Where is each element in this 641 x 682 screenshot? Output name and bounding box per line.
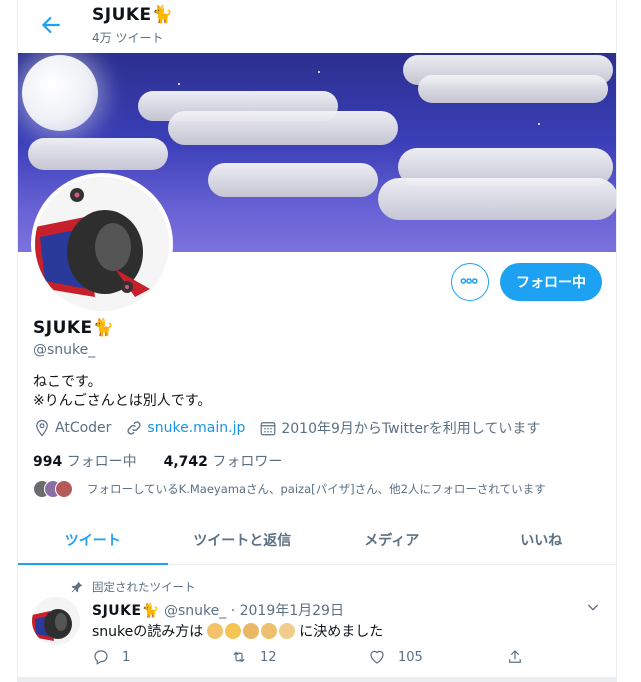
tweet-text-after: に決めました [299, 624, 384, 640]
reply-count: 1 [122, 649, 131, 665]
tweet-author-avatar[interactable] [32, 597, 80, 645]
profile-website-link[interactable]: snuke.main.jp [147, 420, 245, 436]
star [178, 83, 180, 85]
tab-tweets[interactable]: ツイート [18, 515, 168, 565]
tweet-date[interactable]: 2019年1月29日 [240, 603, 344, 619]
like-count: 105 [398, 649, 423, 665]
cloud [378, 178, 616, 220]
profile-handle: @snuke_ [33, 342, 96, 358]
moon-image [22, 55, 98, 131]
profile-avatar[interactable] [31, 173, 173, 315]
more-options-button[interactable] [451, 263, 489, 301]
following-button[interactable]: フォロー中 [500, 263, 602, 301]
cloud [168, 111, 398, 145]
folded-hands-emoji [225, 623, 242, 639]
following-count: 994 [33, 454, 63, 470]
tweet-author-handle[interactable]: @snuke_ [164, 603, 226, 619]
more-icon [460, 278, 478, 284]
profile-bio-line2: ※りんごさんとは別人です。 [33, 393, 212, 409]
followers-label: フォロワー [212, 454, 283, 470]
tweet-header: SJUKE🐈 @snuke_ · 2019年1月29日 [92, 600, 344, 620]
tab-likes[interactable]: いいね [467, 515, 617, 564]
reply-icon [94, 650, 108, 665]
profile-tabs: ツイート ツイートと返信 メディア いいね [18, 515, 616, 565]
retweet-button[interactable]: 12 [230, 648, 277, 666]
tweet-actions: 1 12 105 [92, 648, 542, 668]
like-icon [370, 650, 384, 664]
pinned-tweet-label: 固定されたツイート [70, 579, 196, 595]
share-button[interactable] [506, 648, 536, 666]
reply-button[interactable]: 1 [92, 648, 130, 666]
pinned-text: 固定されたツイート [92, 580, 196, 594]
calendar-icon [260, 422, 276, 436]
retweet-count: 12 [260, 649, 277, 665]
timeline-divider [18, 677, 616, 682]
star [538, 123, 540, 125]
header-tweet-count: 4万 ツイート [92, 31, 164, 45]
back-arrow-icon[interactable] [38, 12, 64, 38]
like-button[interactable]: 105 [368, 648, 423, 666]
follower-avatar [55, 480, 73, 498]
tweet-emoji-group [206, 623, 296, 639]
header-title: SJUKE🐈 [92, 5, 174, 25]
chevron-down-icon[interactable] [585, 599, 601, 615]
profile-header: SJUKE🐈 4万 ツイート [18, 0, 616, 53]
cloud [418, 75, 608, 103]
tweet-text-before: snukeの読み方は [92, 624, 204, 640]
followed-by-row[interactable]: フォローしているK.Maeyamaさん、paiza[パイザ]さん、他2人にフォロ… [33, 479, 546, 499]
profile-bio-line1: ねこです。 [33, 374, 102, 390]
cloud [208, 163, 378, 197]
pin-icon [71, 581, 83, 593]
star [318, 71, 320, 73]
person-shrugging-emoji [279, 623, 296, 639]
avatar-image [35, 177, 169, 311]
profile-name: SJUKE🐈 [33, 318, 115, 338]
followed-by-text: フォローしているK.Maeyamaさん、paiza[パイザ]さん、他2人にフォロ… [87, 482, 546, 496]
followers-count: 4,742 [163, 454, 208, 470]
person-shrugging-emoji [243, 623, 260, 639]
tweet-author-name[interactable]: SJUKE🐈 [92, 603, 160, 619]
profile-location: AtCoder [55, 420, 112, 436]
tab-tweets-and-replies[interactable]: ツイートと返信 [168, 515, 318, 564]
tweet-text: snukeの読み方は に決めました [92, 621, 383, 641]
following-link[interactable]: 994 フォロー中 [33, 454, 137, 470]
person-shrugging-emoji [207, 623, 224, 639]
profile-stats: 994 フォロー中 4,742 フォロワー [33, 451, 282, 471]
tab-media[interactable]: メディア [317, 515, 467, 564]
profile-meta: AtCoder snuke.main.jp 2010年9月からTwitterを利… [33, 418, 540, 438]
person-shrugging-emoji [261, 623, 278, 639]
link-icon [127, 421, 141, 435]
tweet-separator: · [230, 603, 236, 619]
profile-column: SJUKE🐈 4万 ツイート フォロー中 SJUKE🐈 @snuke_ ねこです… [17, 0, 617, 682]
following-label: フォロー中 [66, 454, 137, 470]
retweet-icon [233, 651, 245, 663]
cloud [28, 138, 168, 170]
followers-link[interactable]: 4,742 フォロワー [164, 454, 283, 470]
share-icon [509, 650, 521, 663]
profile-joined-date: 2010年9月からTwitterを利用しています [281, 421, 541, 437]
location-icon [36, 419, 48, 437]
